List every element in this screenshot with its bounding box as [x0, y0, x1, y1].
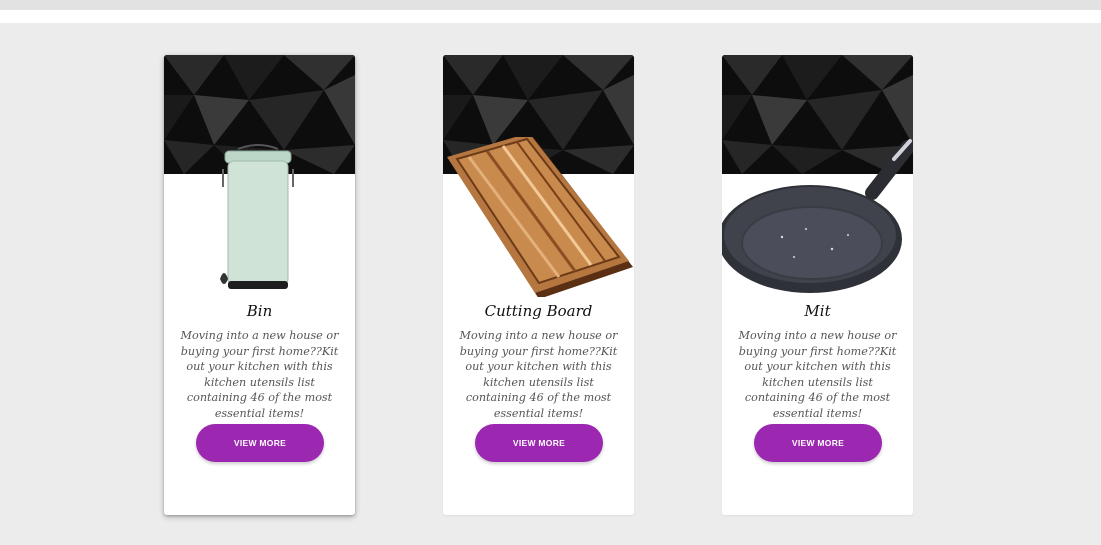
card-title: Cutting Board: [484, 302, 593, 320]
card-description: Moving into a new house or buying your f…: [738, 329, 897, 420]
pedal-bin-icon: [218, 143, 298, 299]
card-title: Mit: [804, 302, 831, 320]
frying-pan-icon: [722, 137, 913, 297]
cutting-board-icon: [443, 137, 634, 297]
product-card-cutting-board: Cutting Board Moving into a new house or…: [443, 55, 634, 515]
view-more-button[interactable]: VIEW MORE: [754, 424, 882, 462]
card-title: Bin: [246, 302, 273, 320]
top-bar: [0, 0, 1101, 10]
product-card-bin: Bin Moving into a new house or buying yo…: [164, 55, 355, 515]
product-card-mit: Mit Moving into a new house or buying yo…: [722, 55, 913, 515]
card-description: Moving into a new house or buying your f…: [180, 329, 339, 420]
card-description: Moving into a new house or buying your f…: [459, 329, 618, 420]
view-more-button[interactable]: VIEW MORE: [475, 424, 603, 462]
view-more-button[interactable]: VIEW MORE: [196, 424, 324, 462]
top-bar-strip: [0, 10, 1101, 23]
